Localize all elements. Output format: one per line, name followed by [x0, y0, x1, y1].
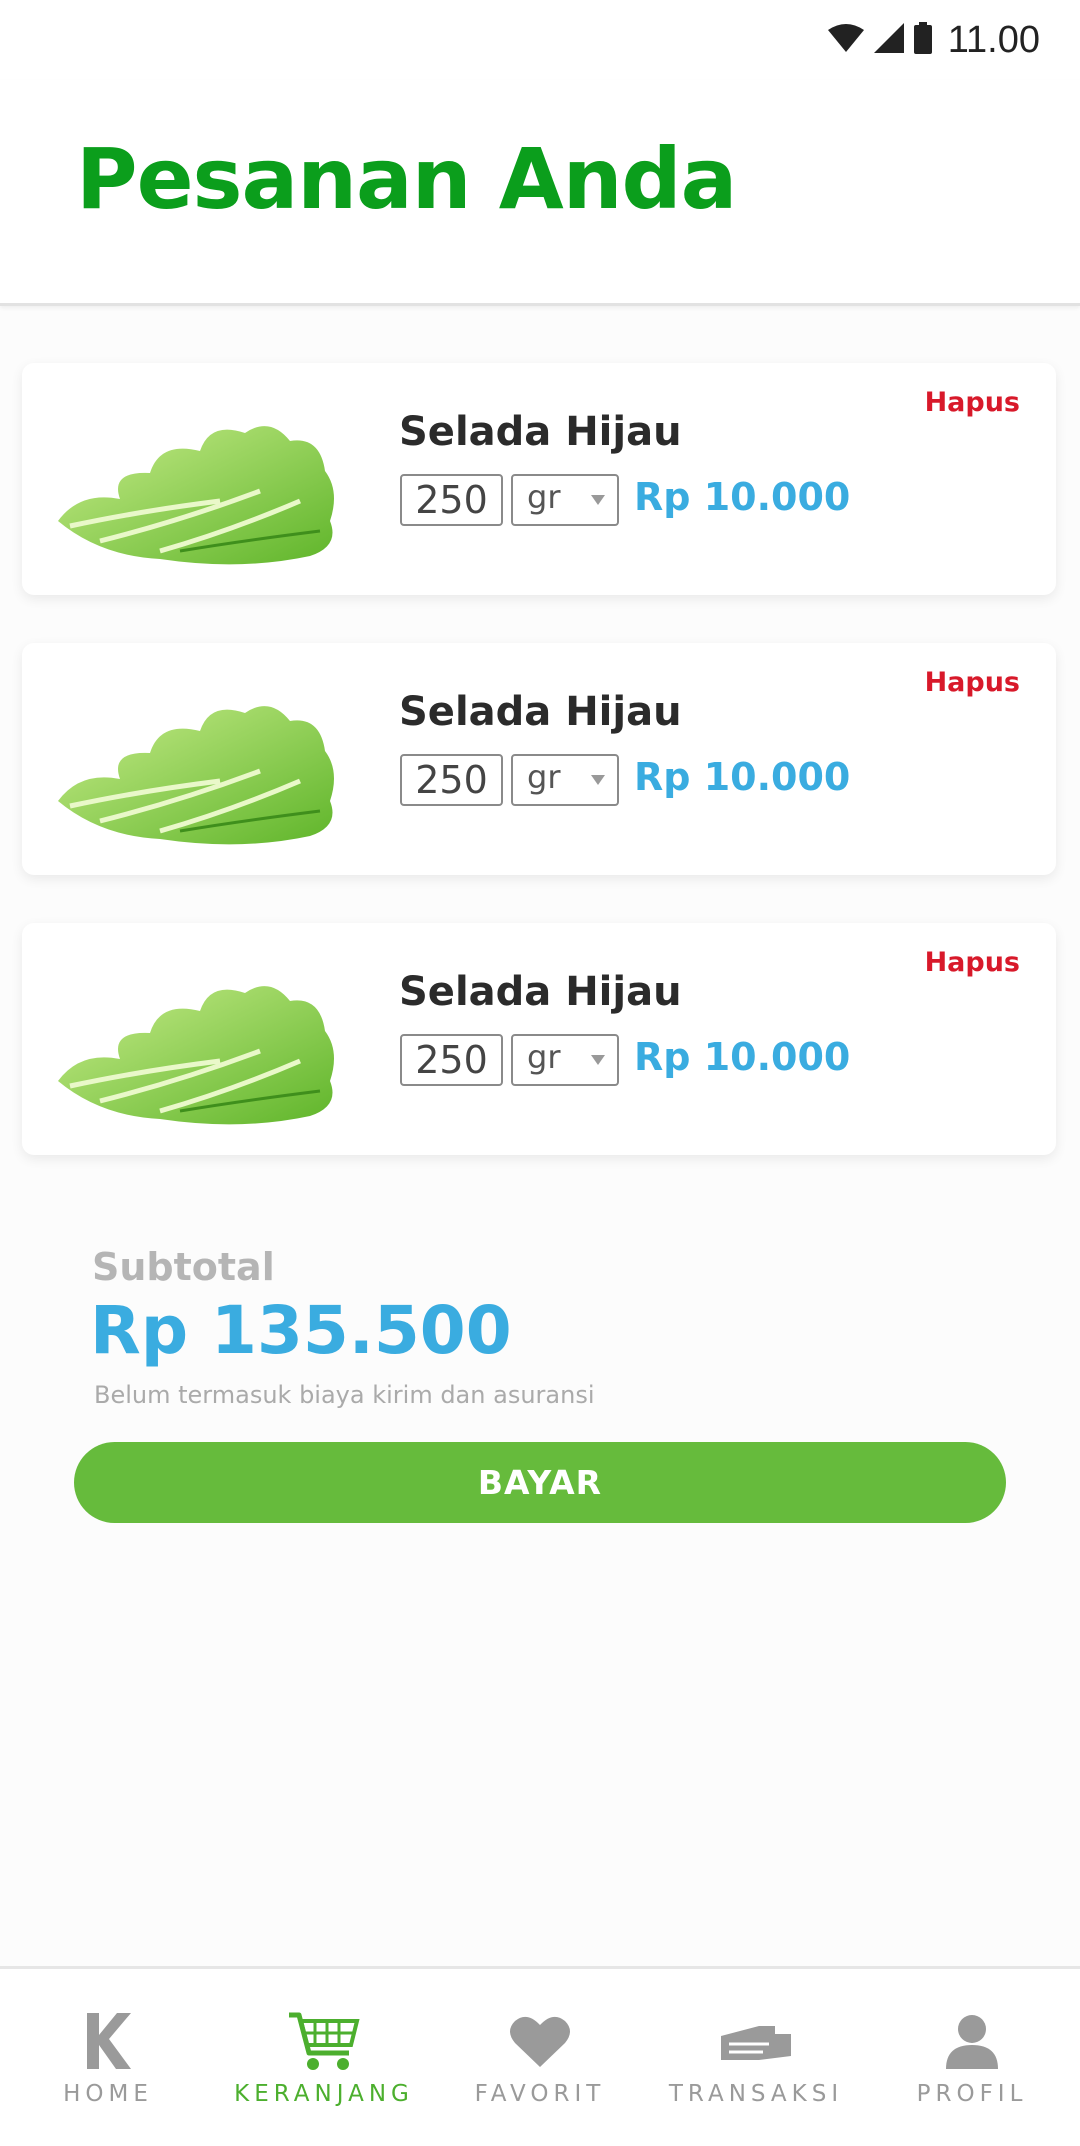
chevron-down-icon — [591, 1055, 605, 1065]
nav-item-profil[interactable]: PROFIL — [864, 1969, 1080, 2146]
nav-label: HOME — [63, 2081, 153, 2107]
product-name: Selada Hijau — [399, 689, 682, 735]
subtotal-note: Belum termasuk biaya kirim dan asuransi — [94, 1381, 595, 1409]
cart-item-card: Selada Hijau Hapus 250 gr Rp 10.000 — [22, 363, 1056, 595]
lettuce-image — [40, 381, 370, 577]
lettuce-image — [40, 661, 370, 857]
transaction-icon — [711, 2009, 801, 2073]
unit-select[interactable]: gr — [511, 754, 619, 806]
quantity-input[interactable]: 250 — [400, 474, 503, 526]
signal-icon — [873, 23, 904, 57]
nav-item-keranjang[interactable]: KERANJANG — [216, 1969, 432, 2146]
nav-item-favorit[interactable]: FAVORIT — [432, 1969, 648, 2146]
subtotal-label: Subtotal — [92, 1245, 275, 1289]
battery-icon — [913, 22, 932, 58]
quantity-input[interactable]: 250 — [400, 1034, 503, 1086]
lettuce-image — [40, 941, 370, 1137]
cart-item-card: Selada Hijau Hapus 250 gr Rp 10.000 — [22, 643, 1056, 875]
nav-item-home[interactable]: HOME — [0, 1969, 216, 2146]
cart-icon — [279, 2009, 369, 2073]
profile-icon — [927, 2009, 1017, 2073]
subtotal-value: Rp 135.500 — [90, 1292, 512, 1369]
quantity-input[interactable]: 250 — [400, 754, 503, 806]
nav-label: FAVORIT — [474, 2081, 606, 2107]
delete-button[interactable]: Hapus — [925, 387, 1020, 418]
chevron-down-icon — [591, 775, 605, 785]
product-price: Rp 10.000 — [634, 755, 851, 799]
delete-button[interactable]: Hapus — [925, 667, 1020, 698]
wifi-icon — [827, 24, 864, 56]
nav-item-transaksi[interactable]: TRANSAKSI — [648, 1969, 864, 2146]
page-header: Pesanan Anda — [0, 80, 1080, 306]
product-name: Selada Hijau — [399, 409, 682, 455]
unit-select-value: gr — [527, 478, 561, 516]
unit-select-value: gr — [527, 1038, 561, 1076]
bottom-nav: HOME KERANJANG FAVORIT TRANSAKSI PROFIL — [0, 1966, 1080, 2146]
chevron-down-icon — [591, 495, 605, 505]
product-price: Rp 10.000 — [634, 475, 851, 519]
nav-label: PROFIL — [916, 2081, 1028, 2107]
status-bar: 11.00 — [0, 0, 1080, 80]
unit-select-value: gr — [527, 758, 561, 796]
product-name: Selada Hijau — [399, 969, 682, 1015]
heart-icon — [495, 2009, 585, 2073]
pay-button[interactable]: BAYAR — [74, 1442, 1006, 1523]
cart-item-card: Selada Hijau Hapus 250 gr Rp 10.000 — [22, 923, 1056, 1155]
page-title: Pesanan Anda — [76, 130, 737, 228]
status-time: 11.00 — [947, 18, 1040, 61]
product-price: Rp 10.000 — [634, 1035, 851, 1079]
nav-label: TRANSAKSI — [668, 2081, 844, 2107]
status-icons: 11.00 — [827, 18, 1040, 62]
nav-label: KERANJANG — [234, 2081, 414, 2107]
unit-select[interactable]: gr — [511, 1034, 619, 1086]
home-k-icon — [63, 2009, 153, 2073]
delete-button[interactable]: Hapus — [925, 947, 1020, 978]
unit-select[interactable]: gr — [511, 474, 619, 526]
